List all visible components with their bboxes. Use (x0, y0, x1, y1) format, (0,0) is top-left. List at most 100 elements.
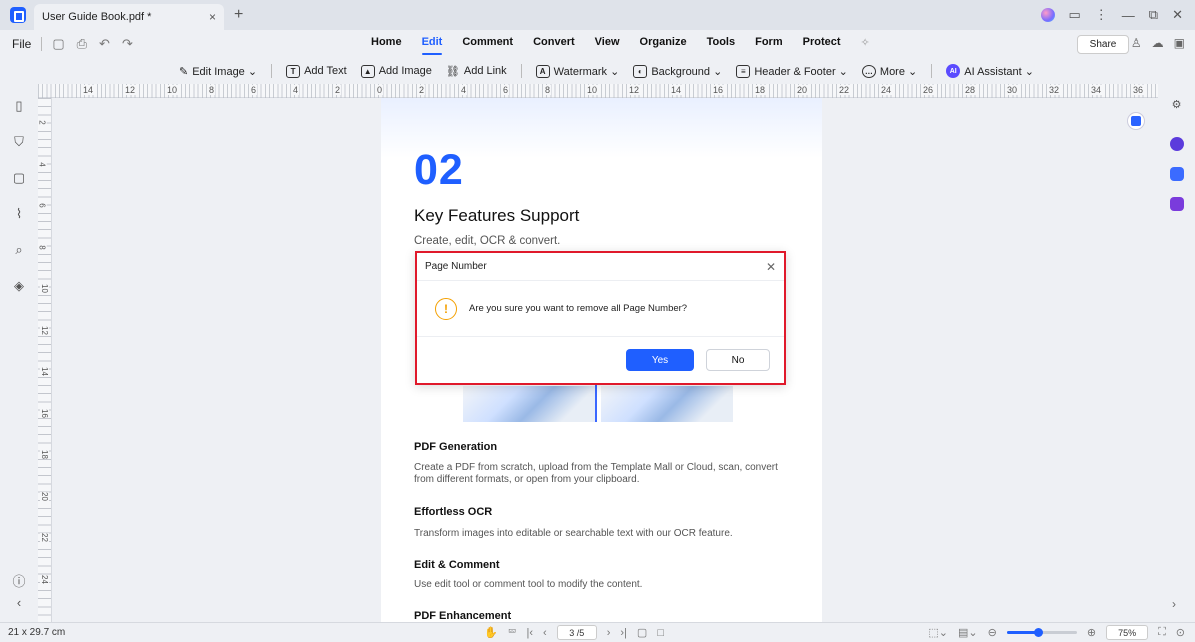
ruler-label: 10 (586, 85, 599, 95)
expand-right-icon[interactable]: › (1172, 597, 1176, 611)
bookmark-icon[interactable]: ⛉ (14, 134, 24, 150)
more-button[interactable]: … More ⌄ (861, 64, 918, 78)
add-text-button[interactable]: T Add Text (286, 64, 347, 78)
last-page-icon[interactable]: ›| (620, 627, 627, 639)
document-tab[interactable]: User Guide Book.pdf * × (34, 4, 224, 30)
ruler-label: 2 (37, 120, 47, 125)
ruler-label: 12 (124, 85, 137, 95)
save-icon[interactable]: ▢ (52, 36, 64, 52)
next-page-icon[interactable]: › (607, 627, 611, 639)
background-icon: ◐ (633, 64, 648, 78)
edit-image-button[interactable]: ✎ Edit Image ⌄ (179, 65, 257, 78)
comment-icon[interactable]: ▢ (13, 170, 25, 186)
ruler-label: 8 (544, 85, 552, 95)
ruler-label: 8 (37, 244, 47, 250)
dialog-message: Are you sure you want to remove all Page… (469, 303, 688, 314)
zoom-in-icon[interactable]: ⊕ (1087, 626, 1096, 639)
close-tab-icon[interactable]: × (209, 10, 216, 24)
zoom-slider[interactable] (1006, 628, 1077, 637)
add-text-label: Add Text (304, 65, 347, 77)
share-button[interactable]: Share (1077, 35, 1129, 54)
background-button[interactable]: ◐ Background ⌄ (633, 64, 722, 78)
dialog-body: ! Are you sure you want to remove all Pa… (417, 281, 784, 337)
ruler-label: 14 (670, 85, 683, 95)
previous-page-icon[interactable]: ‹ (543, 627, 547, 639)
tab-edit[interactable]: Edit (421, 36, 442, 55)
add-text-icon: T (286, 64, 301, 78)
ai-check-icon[interactable] (1169, 197, 1184, 211)
feature-text: Create a PDF from scratch, upload from t… (414, 462, 778, 485)
fullscreen-icon[interactable]: ⛶ (1158, 626, 1166, 639)
tab-form[interactable]: Form (755, 36, 783, 49)
zoom-slider-handle[interactable] (1034, 628, 1044, 637)
section-number: 02 (414, 146, 464, 194)
ai-read-icon[interactable] (1169, 167, 1184, 181)
yes-button[interactable]: Yes (626, 349, 694, 371)
search-icon[interactable]: ⌕ (15, 242, 22, 258)
attachment-icon[interactable]: ⌇ (16, 206, 22, 222)
tab-organize[interactable]: Organize (640, 36, 687, 49)
minimize-icon[interactable]: — (1122, 8, 1135, 23)
select-tool-icon[interactable]: ⮹ (508, 626, 517, 639)
hand-tool-icon[interactable]: ✋ (484, 626, 498, 639)
layers-icon[interactable]: ◈ (14, 278, 24, 294)
ruler-label: 2 (418, 85, 426, 95)
new-tab-icon[interactable]: + (234, 6, 243, 24)
ai-assistant-button[interactable]: AI AI Assistant ⌄ (946, 64, 1034, 78)
page-layout-icon[interactable]: ▤⌄ (958, 626, 978, 639)
watermark-button[interactable]: A Watermark ⌄ (535, 64, 619, 78)
translate-icon[interactable] (1169, 137, 1184, 151)
ruler-label: 0 (376, 85, 384, 95)
tab-protect[interactable]: Protect (803, 36, 841, 49)
lightbulb-icon[interactable]: ✧ (861, 36, 870, 49)
ruler-label: 8 (208, 85, 216, 95)
fit-width-icon[interactable]: □ (657, 627, 664, 639)
collapse-left-icon[interactable]: ‹ (17, 595, 21, 610)
message-icon[interactable]: ▭ (1069, 7, 1081, 23)
no-button[interactable]: No (706, 349, 770, 371)
settings-icon[interactable]: ⊙ (1176, 626, 1185, 639)
tab-tools[interactable]: Tools (707, 36, 736, 49)
undo-icon[interactable]: ↶ (99, 36, 110, 52)
add-image-button[interactable]: ▲ Add Image (360, 64, 432, 78)
file-menu[interactable]: File (12, 37, 31, 51)
word-convert-icon[interactable] (1127, 112, 1145, 130)
feature-text: Transform images into editable or search… (414, 528, 733, 539)
account-icon[interactable]: ♙ (1131, 36, 1142, 50)
page-thumbnail-icon[interactable]: ▯ (15, 98, 22, 114)
app-logo-icon (10, 7, 26, 23)
tab-home[interactable]: Home (371, 36, 402, 49)
page-number-input[interactable]: 3 /5 (556, 625, 597, 640)
restore-icon[interactable]: ⧉ (1149, 7, 1158, 23)
more-vertical-icon[interactable]: ⋮ (1095, 7, 1108, 23)
zoom-out-icon[interactable]: ⊖ (988, 626, 997, 639)
print-icon[interactable]: ⎙ (77, 36, 87, 52)
ai-assistant-icon: AI (946, 64, 961, 78)
tab-comment[interactable]: Comment (462, 36, 513, 49)
tab-convert[interactable]: Convert (533, 36, 575, 49)
ruler-labels: 14 12 10 8 6 4 2 0 2 4 6 8 10 12 14 16 18 20 22 24 26 28 30 32 3… (38, 85, 1158, 97)
avatar[interactable] (1040, 8, 1055, 22)
first-page-icon[interactable]: |‹ (527, 627, 534, 639)
vertical-ruler: 2 4 6 8 10 12 14 16 18 20 22 24 (37, 98, 52, 622)
cloud-icon[interactable]: ☁ (1152, 36, 1164, 50)
page-navigator: ✋ ⮹ |‹ ‹ 3 /5 › ›| ▢ □ (484, 625, 664, 640)
page-number-dialog: Page Number ✕ ! Are you sure you want to… (415, 251, 786, 385)
add-link-button[interactable]: ⛓ Add Link (446, 65, 507, 78)
zoom-level-select[interactable]: 75% (1106, 625, 1149, 640)
redo-icon[interactable]: ↷ (122, 36, 133, 52)
properties-icon[interactable]: ⚙ (1172, 98, 1182, 111)
ruler-label: 20 (796, 85, 809, 95)
tab-view[interactable]: View (595, 36, 620, 49)
fit-page-icon[interactable]: ▢ (637, 626, 647, 639)
quick-access-icons: ▢ ⎙ ↶ ↷ (52, 36, 133, 52)
view-mode-icon[interactable]: ⬚⌄ (928, 626, 948, 639)
ruler-label: 24 (880, 85, 893, 95)
close-window-icon[interactable]: ✕ (1172, 7, 1183, 23)
help-icon[interactable]: ⓘ (12, 571, 25, 590)
close-icon[interactable]: ✕ (766, 260, 776, 274)
header-footer-button[interactable]: ≡ Header & Footer ⌄ (736, 64, 848, 78)
ruler-label: 16 (39, 408, 49, 418)
more-label: More ⌄ (879, 65, 918, 78)
panel-icon[interactable]: ▣ (1174, 36, 1185, 50)
